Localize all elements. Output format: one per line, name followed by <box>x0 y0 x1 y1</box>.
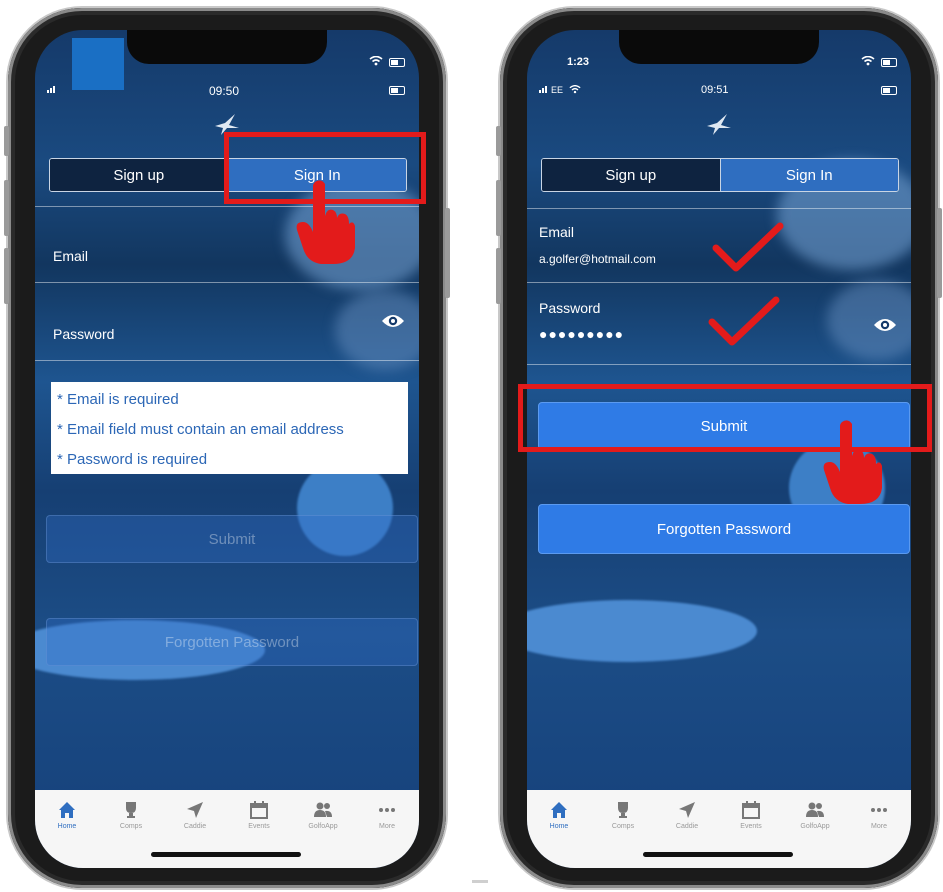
users-icon <box>314 802 332 817</box>
background-cloud <box>827 280 911 360</box>
volume-down-button <box>496 248 501 304</box>
carrier-name: EE <box>551 85 564 95</box>
trophy-icon <box>618 802 628 818</box>
background-green <box>527 600 757 662</box>
signal-icon <box>539 86 547 93</box>
wifi-icon <box>861 56 875 66</box>
divider <box>527 282 911 283</box>
signal-icon <box>47 86 55 93</box>
tab-sign-up[interactable]: Sign up <box>50 159 228 191</box>
tab-home[interactable]: Home <box>35 790 99 868</box>
divider <box>527 208 911 209</box>
eye-icon[interactable] <box>381 312 405 330</box>
mute-switch <box>496 126 501 156</box>
overlay-square <box>72 38 124 90</box>
tab-golfoapp[interactable]: GolfoApp <box>291 790 355 868</box>
divider <box>35 206 419 207</box>
volume-down-button <box>4 248 9 304</box>
home-icon <box>551 802 567 818</box>
wifi-icon <box>569 85 581 94</box>
divider <box>472 880 488 883</box>
submit-button[interactable]: Submit <box>46 515 418 563</box>
wifi-icon <box>369 56 383 66</box>
tab-label: Caddie <box>675 823 699 830</box>
power-button <box>937 208 942 298</box>
tab-label: Home <box>57 823 77 830</box>
validation-errors: * Email is required * Email field must c… <box>51 382 408 474</box>
home-indicator <box>151 852 301 857</box>
tab-label: Events <box>248 823 270 830</box>
status-time: 1:23 <box>567 56 590 68</box>
tab-label: GolfoApp <box>308 823 338 830</box>
pointing-hand-icon <box>296 180 355 264</box>
status-clock: 09:50 <box>209 84 240 98</box>
battery-icon <box>389 86 405 95</box>
power-button <box>445 208 450 298</box>
navigation-arrow-icon <box>679 802 695 818</box>
password-field[interactable]: ●●●●●●●●● <box>539 326 624 342</box>
calendar-icon <box>742 801 760 819</box>
tab-sign-up[interactable]: Sign up <box>542 159 720 191</box>
tab-home[interactable]: Home <box>527 790 591 868</box>
notch <box>127 30 327 64</box>
error-message: * Password is required <box>57 451 208 468</box>
email-label: Email <box>539 224 575 240</box>
tab-label: Events <box>740 823 762 830</box>
users-icon <box>806 802 824 817</box>
notch <box>619 30 819 64</box>
checkmark-icon <box>708 296 780 346</box>
checkmark-icon <box>712 222 784 272</box>
navigation-arrow-icon <box>187 802 203 818</box>
tab-label: More <box>871 823 887 830</box>
more-icon <box>871 808 887 812</box>
tab-label: Comps <box>611 823 635 830</box>
divider <box>527 364 911 365</box>
forgotten-password-button[interactable]: Forgotten Password <box>46 618 418 666</box>
calendar-icon <box>250 801 268 819</box>
home-icon <box>59 802 75 818</box>
divider <box>35 360 419 361</box>
mute-switch <box>4 126 9 156</box>
email-field[interactable] <box>35 210 419 280</box>
home-indicator <box>643 852 793 857</box>
tab-golfoapp[interactable]: GolfoApp <box>783 790 847 868</box>
error-message: * Email field must contain an email addr… <box>57 421 344 438</box>
error-message: * Email is required <box>57 391 179 408</box>
auth-segmented-control: Sign up Sign In <box>541 158 899 192</box>
tab-more[interactable]: More <box>355 790 419 868</box>
password-field[interactable] <box>35 286 365 356</box>
battery-icon <box>881 58 897 67</box>
forgotten-password-button[interactable]: Forgotten Password <box>538 504 910 554</box>
tab-label: Home <box>549 823 569 830</box>
trophy-icon <box>126 802 136 818</box>
tab-sign-in[interactable]: Sign In <box>719 159 898 191</box>
email-field[interactable]: a.golfer@hotmail.com <box>539 252 656 266</box>
divider <box>35 282 419 283</box>
password-label: Password <box>539 300 601 316</box>
app-logo-icon <box>707 114 731 135</box>
volume-up-button <box>4 180 9 236</box>
volume-up-button <box>496 180 501 236</box>
tab-more[interactable]: More <box>847 790 911 868</box>
tab-label: Comps <box>119 823 143 830</box>
more-icon <box>379 808 395 812</box>
pointing-hand-icon <box>823 420 882 504</box>
status-clock: 09:51 <box>701 84 729 96</box>
eye-icon[interactable] <box>873 316 897 334</box>
tab-label: More <box>379 823 395 830</box>
tab-label: Caddie <box>183 823 207 830</box>
battery-icon <box>881 86 897 95</box>
battery-icon <box>389 58 405 67</box>
tab-label: GolfoApp <box>800 823 830 830</box>
